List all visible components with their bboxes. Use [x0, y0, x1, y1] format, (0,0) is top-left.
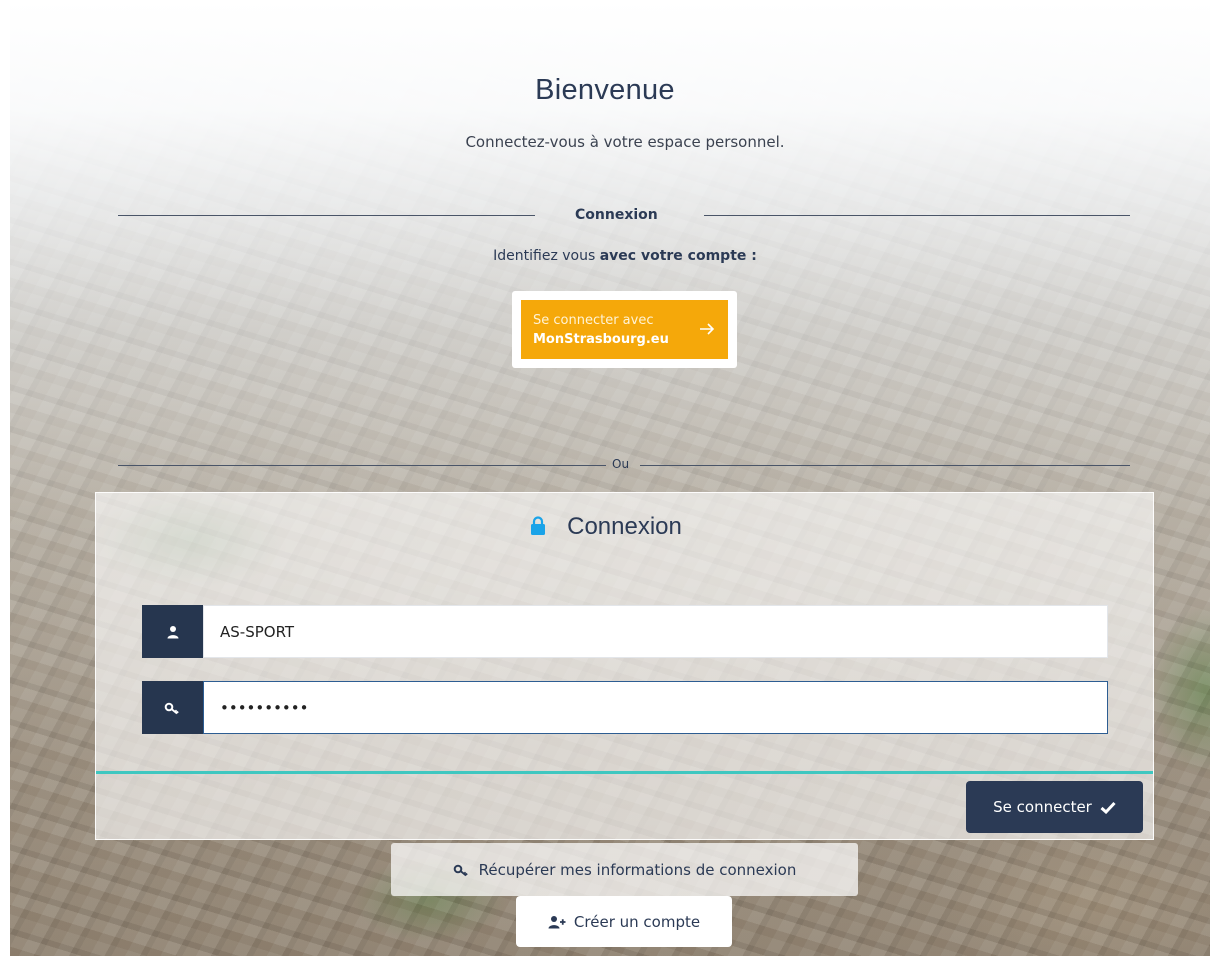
or-label: Ou: [612, 457, 630, 471]
username-addon: [142, 605, 203, 658]
key-icon: [453, 864, 468, 876]
monstrasbourg-login-button[interactable]: Se connecter avec MonStrasbourg.eu: [521, 300, 728, 359]
login-panel: Connexion Se connecter: [95, 492, 1154, 840]
username-field-group: [142, 605, 1108, 658]
check-icon: [1100, 801, 1116, 814]
arrow-right-icon: [700, 323, 715, 335]
page-title: Bienvenue: [535, 74, 675, 106]
sso-section-label: Connexion: [575, 207, 658, 223]
divider-left: [118, 215, 535, 216]
divider-right: [704, 215, 1130, 216]
panel-footer-divider: [96, 771, 1153, 774]
identify-text: Identifiez vous avec votre compte :: [493, 248, 757, 264]
login-panel-title: Connexion: [567, 513, 682, 540]
create-account-label: Créer un compte: [573, 912, 701, 931]
key-icon: [164, 702, 179, 714]
username-input[interactable]: [203, 605, 1108, 658]
submit-login-label: Se connecter: [993, 798, 1092, 816]
password-field-group: [142, 681, 1108, 734]
or-line-left: [118, 465, 606, 466]
password-addon: [142, 681, 203, 734]
submit-login-button[interactable]: Se connecter: [966, 781, 1143, 833]
sso-button-line2: MonStrasbourg.eu: [533, 332, 669, 347]
create-account-button[interactable]: Créer un compte: [516, 896, 732, 947]
user-icon: [167, 625, 178, 638]
user-plus-icon: [548, 915, 566, 928]
or-line-right: [640, 465, 1130, 466]
recover-credentials-label: Récupérer mes informations de connexion: [478, 860, 797, 879]
password-input[interactable]: [203, 681, 1108, 734]
recover-credentials-button[interactable]: Récupérer mes informations de connexion: [391, 843, 858, 896]
sso-button-frame: Se connecter avec MonStrasbourg.eu: [512, 291, 737, 368]
sso-button-line1: Se connecter avec: [533, 313, 654, 328]
page-subtitle: Connectez-vous à votre espace personnel.: [465, 133, 785, 151]
